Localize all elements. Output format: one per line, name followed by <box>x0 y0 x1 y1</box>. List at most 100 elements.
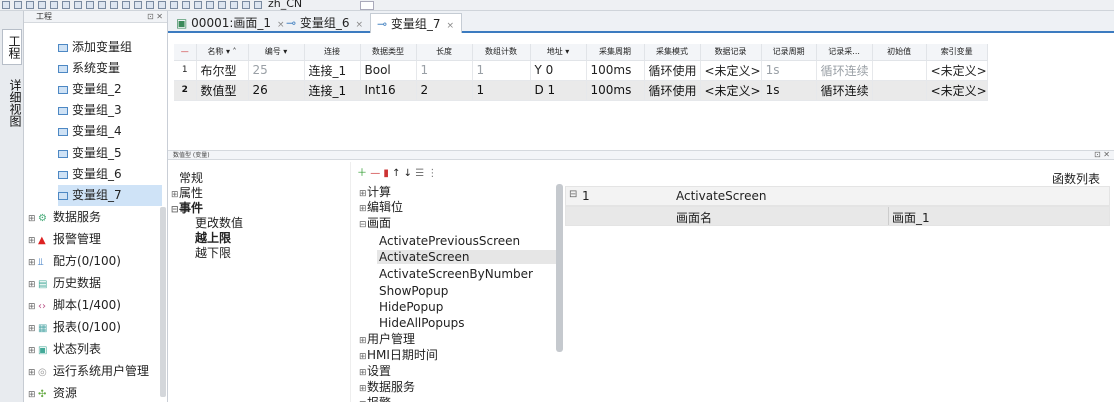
tree-item-selected[interactable]: 变量组_7 <box>58 185 162 206</box>
table-cell[interactable]: 100ms <box>586 60 645 81</box>
expand-icon[interactable]: ⊞ <box>28 297 38 318</box>
print-icon[interactable] <box>38 1 46 9</box>
function-category[interactable]: ⊟画面 <box>359 216 391 232</box>
tree-item[interactable]: 变量组_5 <box>58 143 122 164</box>
language-select[interactable]: zh_CN <box>268 0 302 10</box>
column-header[interactable]: 名称 ▾ ˄ <box>196 44 249 61</box>
cut-icon[interactable] <box>74 1 82 9</box>
remove-icon[interactable]: — <box>370 168 380 179</box>
expand-icon[interactable]: ⊞ <box>359 366 367 380</box>
table-cell[interactable]: Y 0 <box>530 60 587 81</box>
expand-icon[interactable]: ⊞ <box>171 189 179 202</box>
column-header[interactable]: 数据类型 <box>360 44 417 61</box>
tree-group[interactable]: ⊞ ✣ 资源 <box>28 383 77 402</box>
event-item-events[interactable]: ⊟事件 <box>171 202 203 217</box>
event-item-upper-limit[interactable]: 越上限 <box>195 232 231 245</box>
column-header[interactable]: 编号 ▾ <box>248 44 305 61</box>
column-header[interactable]: 记录周期 <box>761 44 817 61</box>
table-cell[interactable]: 2 <box>416 80 473 101</box>
table-cell[interactable]: 25 <box>248 60 305 81</box>
expand-icon[interactable]: ⊞ <box>28 231 38 252</box>
expand-icon[interactable]: ⊞ <box>28 209 38 230</box>
tree-item[interactable]: 变量组_2 <box>58 79 122 100</box>
table-cell[interactable]: <未定义> <box>700 80 762 101</box>
redo-icon[interactable] <box>62 1 70 9</box>
side-tab-detail-view[interactable]: 详细视图 <box>2 73 22 133</box>
event-item-general[interactable]: 常规 <box>171 172 203 185</box>
open-icon[interactable] <box>14 1 22 9</box>
collapse-icon[interactable]: ⊟ <box>171 204 179 217</box>
scrollbar[interactable] <box>556 184 563 352</box>
table-cell[interactable]: <未定义> <box>926 60 988 81</box>
expand-icon[interactable]: ⊞ <box>359 334 367 348</box>
add-icon[interactable]: ＋ <box>357 168 367 179</box>
paste-icon[interactable] <box>98 1 106 9</box>
table-cell[interactable]: 循环使用 <box>644 80 701 101</box>
expand-icon[interactable]: ⊞ <box>28 275 38 296</box>
language-dropdown-button[interactable] <box>360 1 374 10</box>
tree-item[interactable]: 变量组_4 <box>58 121 122 142</box>
table-cell[interactable]: 连接_1 <box>304 60 361 81</box>
table-cell[interactable]: <未定义> <box>926 80 988 101</box>
function-list-row[interactable]: ⊟ 1 ActivateScreen <box>565 186 1110 206</box>
tree-group[interactable]: ⊞ ▦ 报表(0/100) <box>28 317 121 338</box>
grid-icon[interactable] <box>182 1 190 9</box>
tree-group[interactable]: ⊞ ▲ 报警管理 <box>28 229 101 250</box>
tree-group[interactable]: ⊞ ⫫ 配方(0/100) <box>28 251 121 272</box>
close-icon[interactable]: × <box>356 20 364 30</box>
table-cell[interactable]: 100ms <box>586 80 645 101</box>
expand-icon[interactable]: ⊞ <box>28 319 38 340</box>
tree-group[interactable]: ⊞ ◎ 运行系统用户管理 <box>28 361 149 382</box>
pin-icon[interactable]: ⊡ ✕ <box>1094 150 1110 159</box>
indent-icon[interactable]: ⋮ <box>427 168 437 179</box>
column-header[interactable]: 数组计数 <box>472 44 531 61</box>
move-down-icon[interactable]: ↓ <box>404 168 412 179</box>
function-item[interactable]: ActivatePreviousScreen <box>379 234 520 248</box>
tree-group[interactable]: ⊞ ‹› 脚本(1/400) <box>28 295 121 316</box>
tree-group[interactable]: ⊞ ⚙ 数据服务 <box>28 207 101 228</box>
table-cell[interactable] <box>872 60 927 81</box>
table-row[interactable]: 1 布尔型 25 连接_1 Bool 1 1 Y 0 100ms 循环使用 <未… <box>174 60 988 81</box>
table-cell[interactable]: 连接_1 <box>304 80 361 101</box>
collapse-icon[interactable]: ⊟ <box>569 189 577 200</box>
expand-icon[interactable]: ⊞ <box>28 385 38 402</box>
table-cell[interactable]: 1 <box>472 80 531 101</box>
column-header[interactable]: 索引变量 <box>926 44 988 61</box>
function-category[interactable]: ⊞编辑位 <box>359 200 403 216</box>
expand-icon[interactable]: ⊞ <box>359 350 367 364</box>
function-category[interactable]: ⊞HMI日期时间 <box>359 348 438 364</box>
column-header[interactable]: 采集周期 <box>586 44 645 61</box>
column-header[interactable]: 连接 <box>304 44 361 61</box>
tree-item[interactable]: 系统变量 <box>58 58 120 79</box>
expand-icon[interactable]: ⊞ <box>28 341 38 362</box>
new-icon[interactable] <box>2 1 10 9</box>
tab-variable-group-7[interactable]: ⊸ 变量组_7 × <box>370 13 462 33</box>
tree-item[interactable]: 变量组_3 <box>58 100 122 121</box>
table-cell[interactable]: 1 <box>416 60 473 81</box>
column-header[interactable]: 数据记录 <box>700 44 762 61</box>
column-header[interactable]: 长度 <box>416 44 473 61</box>
delete-icon[interactable] <box>110 1 118 9</box>
expand-icon[interactable]: ⊞ <box>359 398 367 402</box>
layer-icon[interactable] <box>194 1 202 9</box>
function-item[interactable]: HideAllPopups <box>379 316 464 330</box>
expand-icon[interactable]: ⊞ <box>359 382 367 396</box>
tree-group[interactable]: ⊞ ▣ 状态列表 <box>28 339 101 360</box>
tree-group[interactable]: ⊞ ▤ 历史数据 <box>28 273 101 294</box>
tab-screen-1[interactable]: ▣ 00001:画面_1 × <box>170 13 285 33</box>
function-item[interactable]: ActivateScreenByNumber <box>379 267 533 281</box>
expand-icon[interactable]: ⊞ <box>28 253 38 274</box>
compile-icon[interactable] <box>122 1 130 9</box>
table-cell[interactable]: Int16 <box>360 80 417 101</box>
list-icon[interactable]: ☰ <box>415 168 424 179</box>
function-item[interactable]: ShowPopup <box>379 284 448 298</box>
color-icon[interactable] <box>218 1 226 9</box>
table-cell[interactable]: 循环连续 <box>816 60 873 81</box>
tree-item[interactable]: 变量组_6 <box>58 164 122 185</box>
event-item-properties[interactable]: ⊞属性 <box>171 187 203 202</box>
delete-icon[interactable]: ▮ <box>383 168 389 179</box>
function-category[interactable]: ⊞报警 <box>359 396 391 402</box>
collapse-icon[interactable]: ⊟ <box>359 218 367 232</box>
table-cell[interactable]: 1s <box>761 80 817 101</box>
column-header[interactable]: 采集模式 <box>644 44 701 61</box>
